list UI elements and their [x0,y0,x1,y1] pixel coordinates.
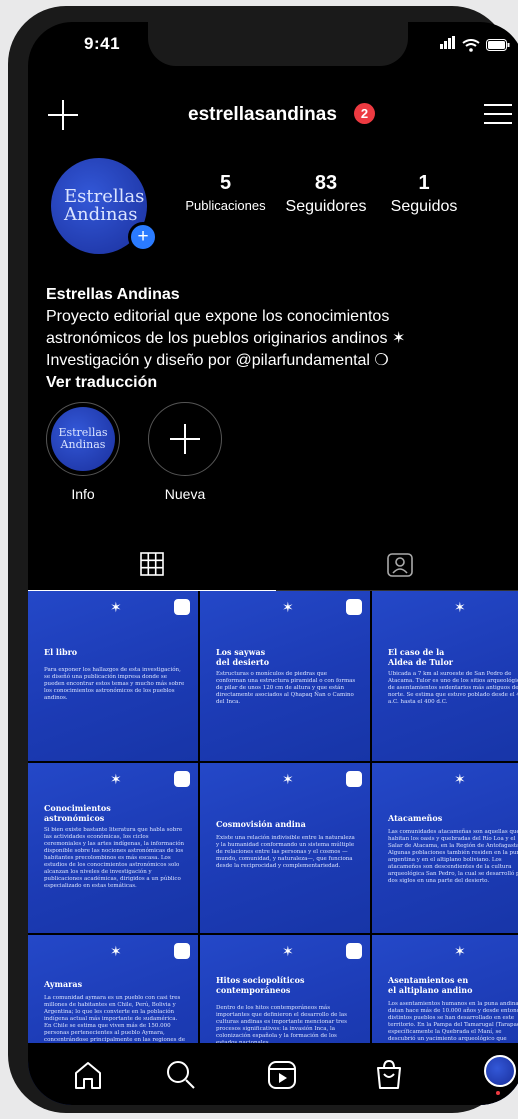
shop-icon[interactable] [369,1055,409,1095]
post-text: Estructuras o monículos de piedras que c… [216,671,356,705]
highlight-label: Nueva [164,486,206,502]
highlight-info[interactable]: Estrellas Andinas Info [46,402,120,502]
post-title: Hitos sociopolíticos contemporáneos [216,975,305,995]
post-text: Si bien existe bastante literatura que h… [44,827,185,889]
post-title: Los saywas del desierto [216,647,270,667]
post-title: Cosmovisión andina [216,819,306,829]
status-time: 9:41 [84,34,121,53]
stat-following-value: 1 [418,172,430,194]
profile-name: Estrellas Andinas [46,286,180,303]
bottom-nav [28,1043,518,1105]
menu-icon[interactable] [484,102,512,126]
search-icon[interactable] [161,1055,201,1095]
new-highlight-circle [148,402,222,476]
profile-notification-dot [496,1091,500,1095]
stat-following[interactable]: 1 Seguidos [384,172,464,216]
star-icon: ✶ [454,599,466,615]
bio-line: astronómicos de los pueblos originarios … [46,330,406,347]
avatar-text: Estrellas Andinas [64,186,145,225]
app-screen: 9:41 estrellasandinas 2 Estrellas Andina… [28,22,518,1105]
stat-followers-label: Seguidores [285,198,367,215]
signal-icon [440,36,456,54]
stat-posts-value: 5 [219,172,232,194]
post-text: Dentro de los hitos contemporáneos más i… [216,1005,347,1046]
grid-icon [140,552,164,576]
carousel-icon [174,599,190,615]
wifi-icon [462,38,480,52]
see-translation-link[interactable]: Ver traducción [46,372,516,394]
bio-line: Investigación y diseño por @pilarfundame… [46,352,389,369]
profile-username[interactable]: estrellasandinas [188,104,337,126]
post-title: Asentamientos en el altiplano andino [388,975,473,995]
post-tile[interactable]: ✶ El caso de la Aldea de Tulor Ubicada a 7… [372,591,518,761]
status-icons [440,36,510,54]
stat-followers-value: 83 [314,172,338,194]
highlight-cover-text: Estrellas Andinas [51,407,115,471]
profile-tabs [28,538,518,591]
add-story-icon[interactable]: + [128,222,158,252]
post-text: Para exponer los hallazgos de esta inves… [44,667,185,701]
tagged-person-icon [387,553,413,577]
tab-posts-grid[interactable] [28,538,276,591]
post-text: Las comunidades atacameñas son aquellas … [388,829,518,884]
star-icon: ✶ [110,599,122,615]
post-title: Atacameños [388,813,443,823]
post-title: Aymaras [44,979,83,989]
carousel-icon [174,771,190,787]
post-title: Conocimientos astronómicos [44,803,111,823]
profile-bio: Estrellas Andinas Proyecto editorial que… [46,284,516,394]
plus-icon [170,424,200,454]
post-text: Existe una relación indivisible entre la… [216,835,355,869]
stat-posts-label: Publicaciones [185,198,266,213]
post-title: El caso de la Aldea de Tulor [388,647,453,667]
stat-following-label: Seguidos [390,198,458,215]
notch [148,22,408,66]
posts-grid: ✶ El libro Para exponer los hallazgos de e… [28,591,518,1105]
star-icon: ✶ [282,771,294,787]
battery-icon [486,39,510,51]
post-tile[interactable]: ✶ Los saywas del desierto Estructuras o mo… [200,591,370,761]
carousel-icon [346,943,362,959]
stat-posts[interactable]: 5 Publicaciones [178,172,273,213]
star-icon: ✶ [454,943,466,959]
reels-icon[interactable] [262,1055,302,1095]
post-text: Ubicada a 7 km al suroeste de San Pedro … [388,671,518,705]
post-title: El libro [44,647,78,657]
phone-frame: 9:41 estrellasandinas 2 Estrellas Andina… [8,6,518,1113]
profile-avatar-tab[interactable] [484,1055,516,1087]
carousel-icon [346,771,362,787]
star-icon: ✶ [454,771,466,787]
star-icon: ✶ [110,771,122,787]
profile-header: estrellasandinas 2 [28,98,518,138]
home-icon[interactable] [68,1055,108,1095]
carousel-icon [346,599,362,615]
post-tile[interactable]: ✶ Cosmovisión andina Existe una relación i… [200,763,370,933]
post-tile[interactable]: ✶ Atacameños Las comunidades atacameñas so… [372,763,518,933]
star-icon: ✶ [110,943,122,959]
create-plus-icon[interactable] [46,98,80,132]
post-tile[interactable]: ✶ Conocimientos astronómicos Si bien exist… [28,763,198,933]
star-icon: ✶ [282,943,294,959]
star-icon: ✶ [282,599,294,615]
stat-followers[interactable]: 83 Seguidores [272,172,380,216]
carousel-icon [174,943,190,959]
tab-tagged[interactable] [276,538,518,591]
highlight-cover: Estrellas Andinas [46,402,120,476]
highlight-new[interactable]: Nueva [148,402,222,502]
highlight-label: Info [71,486,95,502]
bio-line: Proyecto editorial que expone los conoci… [46,308,390,325]
notification-badge: 2 [354,103,375,124]
post-tile[interactable]: ✶ El libro Para exponer los hallazgos de e… [28,591,198,761]
